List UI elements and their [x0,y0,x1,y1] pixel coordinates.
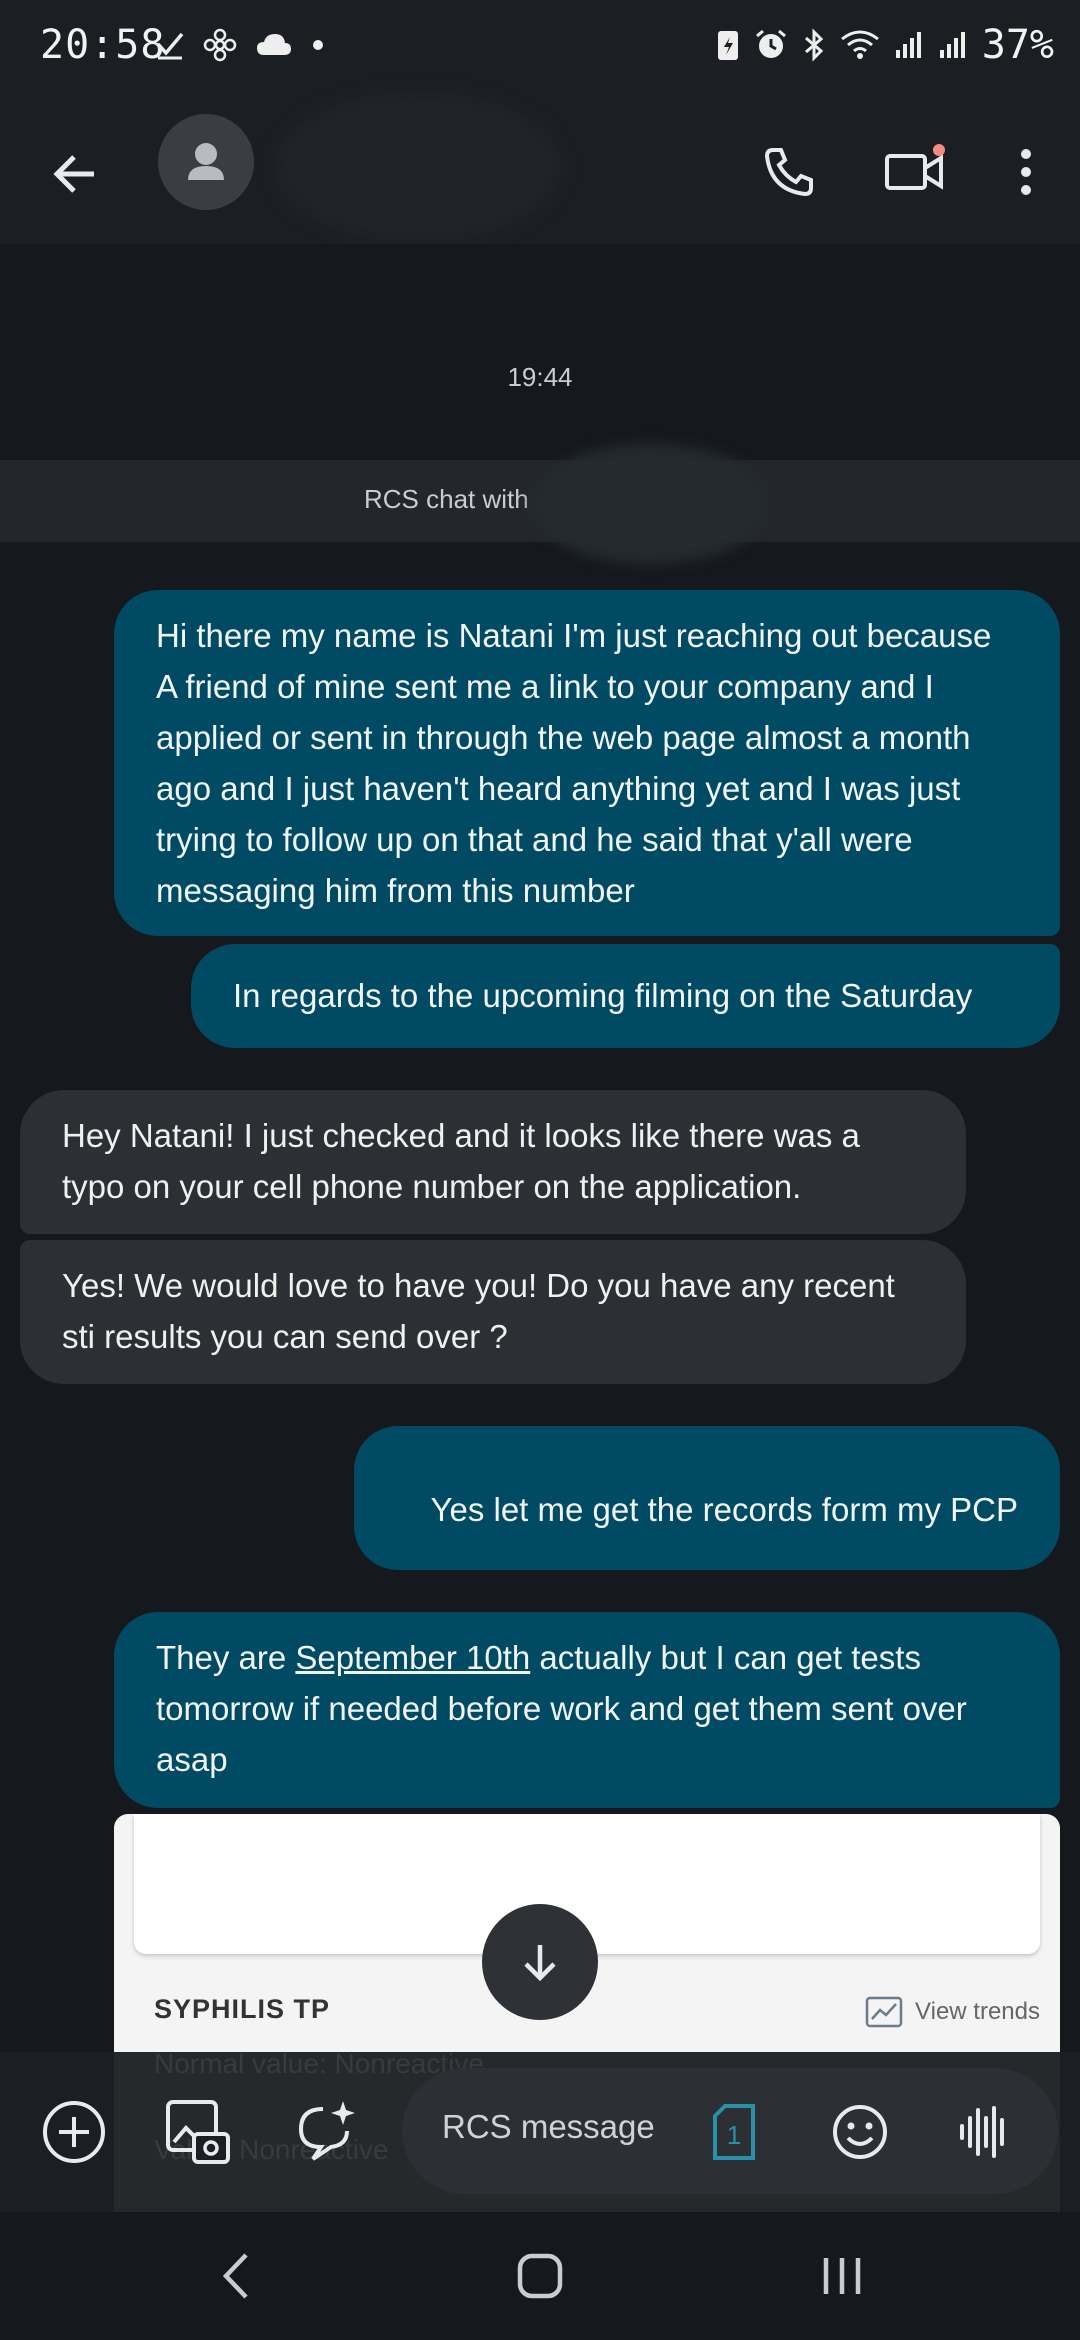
message-text: Yes! We would love to have you! Do you h… [62,1267,895,1355]
message-text: Hey Natani! I just checked and it looks … [62,1117,860,1205]
battery-saver-icon [717,31,738,60]
outgoing-message[interactable]: In regards to the upcoming filming on th… [191,944,1060,1048]
message-text: They are [156,1639,296,1676]
home-square-icon [517,2253,563,2299]
nav-back-button[interactable] [196,2246,276,2306]
phone-icon [764,148,813,197]
voice-message-button[interactable] [944,2092,1024,2172]
sim-selector-button[interactable]: 1 [694,2092,774,2172]
rcs-banner-text: RCS chat with [364,484,529,514]
chat-sparkle-icon [298,2101,355,2161]
video-call-button[interactable] [870,127,960,217]
redacted-contact-name [275,92,561,242]
nav-recents-button[interactable] [802,2246,882,2306]
conversation-list[interactable]: 19:44 RCS chat with Hi there my name is … [0,244,1080,2052]
back-arrow-icon [53,155,94,193]
conversation-header [0,92,1080,244]
signal-icon [939,32,965,58]
gallery-camera-button[interactable] [158,2092,238,2172]
outgoing-message[interactable]: They are September 10th actually but I c… [114,1612,1060,1808]
wifi-icon [840,30,879,59]
magic-compose-button[interactable] [286,2092,366,2172]
view-trends-label: View trends [915,1998,1040,2025]
scroll-to-bottom-button[interactable] [482,1904,598,2020]
signal-icon [895,32,921,58]
call-button[interactable] [744,127,834,217]
audio-waveform-icon [960,2106,1004,2158]
system-navigation-bar [0,2212,1080,2340]
emoji-icon [833,2105,887,2159]
message-text: Yes let me get the records form my PCP [430,1491,1018,1528]
nav-home-button[interactable] [500,2246,580,2306]
chevron-left-icon [222,2253,248,2299]
outgoing-message[interactable]: Yes let me get the records form my PCP [354,1426,1060,1570]
message-timestamp: 19:44 [507,362,573,392]
fan-icon [203,28,237,62]
message-input-placeholder: RCS message [442,2108,655,2145]
arrow-down-icon [524,1945,556,1982]
add-circle-icon [43,2101,105,2163]
outgoing-message[interactable]: Hi there my name is Natani I'm just reac… [114,590,1060,936]
status-bar: 20:58 37% [0,0,1080,100]
more-vert-icon [1021,149,1031,195]
trend-chart-icon [865,1996,903,2028]
compose-bar: Normal value: Nonreactive Value: Nonreac… [0,2048,1080,2212]
message-input[interactable]: RCS message 1 [402,2068,1058,2194]
back-button[interactable] [48,134,128,214]
dot-icon [313,40,323,50]
recents-icon [823,2258,861,2294]
emoji-button[interactable] [820,2092,900,2172]
view-trends-link: View trends [865,1996,1040,2028]
alarm-icon [755,29,786,58]
more-options-button[interactable] [996,127,1056,217]
bluetooth-icon [804,28,823,62]
check-icon [156,32,184,60]
person-icon [188,143,224,180]
battery-percent: 37% [981,22,1054,68]
status-time: 20:58 [40,22,166,68]
status-notification-icons [155,28,325,62]
add-attachment-button[interactable] [34,2092,114,2172]
gallery-camera-icon [166,2100,230,2164]
status-system-icons: 37% [716,22,1054,68]
attachment-title: SYPHILIS TP [154,1994,331,2024]
incoming-message[interactable]: Hey Natani! I just checked and it looks … [20,1090,966,1234]
video-call-icon [885,144,945,190]
incoming-message[interactable]: Yes! We would love to have you! Do you h… [20,1240,966,1384]
cloud-icon [257,34,291,55]
avatar[interactable] [158,114,254,210]
date-link[interactable]: September 10th [295,1639,530,1676]
sim-number: 1 [727,2120,741,2150]
redacted-contact-name [530,444,770,564]
message-text: Hi there my name is Natani I'm just reac… [156,617,992,909]
sim-card-icon: 1 [713,2104,755,2160]
message-text: In regards to the upcoming filming on th… [233,977,973,1014]
